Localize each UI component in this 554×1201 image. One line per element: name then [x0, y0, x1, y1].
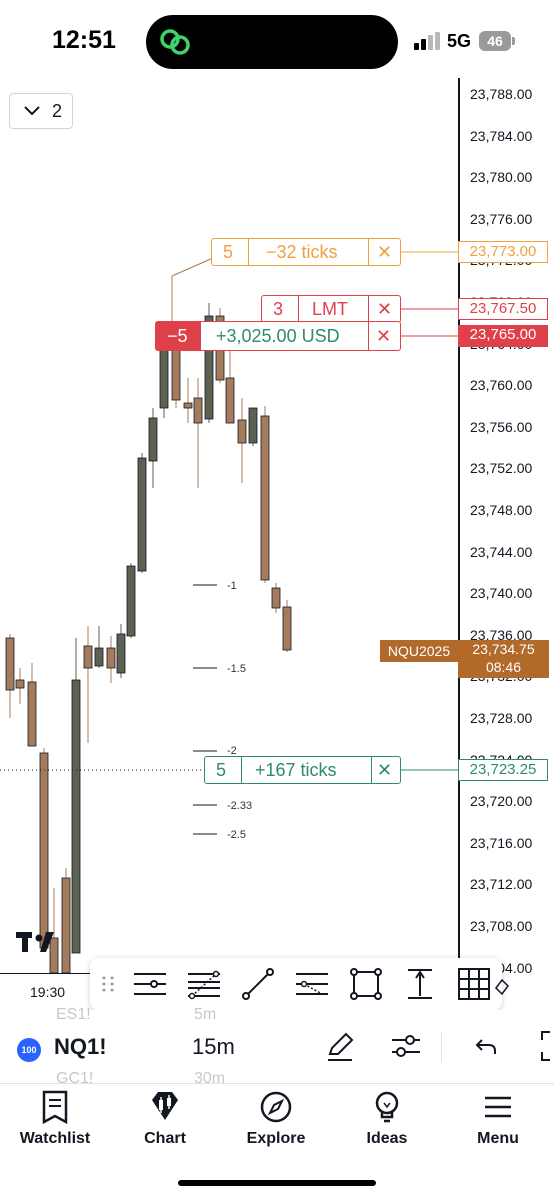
toolbar-divider	[441, 1032, 442, 1062]
close-icon[interactable]: ✕	[377, 299, 392, 320]
symbol-logo: 100	[17, 1038, 41, 1062]
watchlist-icon	[42, 1090, 68, 1124]
price-tag-stop: 23,773.00	[458, 241, 548, 263]
interval-selector[interactable]: 15m	[192, 1034, 235, 1060]
order-ticks[interactable]: +167 ticks	[255, 760, 337, 781]
fib-level-label: -1.5	[227, 663, 246, 675]
hamburger-icon	[485, 1096, 511, 1118]
rectangle-icon[interactable]	[348, 966, 384, 1002]
nav-ideas[interactable]: Ideas	[337, 1090, 437, 1148]
last-price-tag: 23,734.75 08:46	[458, 640, 549, 678]
price-tag-limit: 23,767.50	[458, 298, 548, 320]
fullscreen-icon[interactable]	[536, 1030, 554, 1062]
time-axis-label: 19:30	[30, 984, 66, 1000]
close-icon[interactable]: ✕	[377, 760, 392, 781]
fib-retracement-icon[interactable]	[186, 966, 222, 1002]
last-price: 23,734.75	[472, 641, 535, 657]
indicator-collapse-button[interactable]: 2	[9, 93, 73, 129]
symbol-selector[interactable]: NQ1!	[54, 1034, 107, 1060]
bar-countdown: 08:46	[485, 659, 522, 675]
order-qty[interactable]: 5	[223, 242, 233, 263]
nav-chart[interactable]: Chart	[115, 1090, 215, 1148]
eraser-icon[interactable]	[494, 966, 510, 1002]
link-icon	[160, 29, 190, 55]
nav-menu[interactable]: Menu	[448, 1090, 548, 1148]
chart-icon	[152, 1092, 178, 1120]
symbol-price-label: NQU2025	[380, 640, 458, 662]
drawing-pen-icon[interactable]	[324, 1030, 356, 1062]
parallel-channel-icon[interactable]	[294, 966, 330, 1002]
fib-level-label: -2.33	[227, 800, 253, 812]
fib-level-label: -1	[227, 580, 237, 592]
order-line-take-profit[interactable]: 5 +167 ticks ✕	[204, 756, 401, 784]
undo-icon[interactable]	[474, 1036, 498, 1056]
dynamic-island	[146, 15, 398, 69]
nav-label: Explore	[246, 1130, 306, 1147]
nav-label: Menu	[477, 1130, 519, 1147]
position-pnl[interactable]: +3,025.00 USD	[216, 326, 340, 347]
order-line-limit[interactable]: 3 LMT ✕	[261, 295, 401, 323]
order-qty[interactable]: 5	[216, 760, 226, 781]
price-tag-position: 23,765.00	[458, 325, 548, 347]
drawing-toolbar[interactable]	[90, 958, 509, 1010]
ghost-symbol-prev: ES1!	[56, 1006, 91, 1023]
compass-icon	[260, 1091, 292, 1123]
chevron-down-icon	[24, 106, 40, 116]
signal-icon	[414, 32, 440, 50]
nav-label: Chart	[144, 1130, 186, 1147]
position-qty[interactable]: −5	[167, 326, 188, 347]
nav-watchlist[interactable]: Watchlist	[5, 1090, 105, 1148]
tradingview-logo[interactable]	[16, 930, 66, 956]
lightbulb-icon	[375, 1091, 399, 1123]
price-tag-take-profit: 23,723.25	[458, 759, 548, 781]
trend-line-icon[interactable]	[240, 966, 276, 1002]
ghost-interval-prev: 5m	[194, 1006, 217, 1023]
battery-icon: 46	[479, 31, 511, 51]
order-type[interactable]: LMT	[312, 299, 348, 320]
close-icon[interactable]: ✕	[377, 242, 392, 263]
collapsed-count: 2	[52, 101, 63, 121]
nav-label: Watchlist	[19, 1130, 91, 1147]
battery-tip	[512, 37, 515, 45]
close-icon[interactable]: ✕	[376, 326, 391, 347]
nav-explore[interactable]: Explore	[226, 1090, 326, 1148]
chart-overlay	[0, 251, 458, 835]
status-time: 12:51	[52, 26, 116, 54]
nav-label: Ideas	[366, 1130, 408, 1147]
order-qty[interactable]: 3	[273, 299, 283, 320]
order-ticks[interactable]: −32 ticks	[266, 242, 338, 263]
drag-handle-icon[interactable]	[98, 966, 118, 1002]
vertical-measure-icon[interactable]	[402, 966, 438, 1002]
fib-level-label: -2.5	[227, 829, 246, 841]
grid-icon[interactable]	[456, 966, 492, 1002]
network-label: 5G	[447, 31, 472, 51]
home-indicator	[178, 1180, 376, 1186]
horizontal-lines-icon[interactable]	[132, 966, 168, 1002]
order-line-stop[interactable]: 5 −32 ticks ✕	[211, 238, 401, 266]
position-line[interactable]: −5 +3,025.00 USD ✕	[155, 321, 401, 351]
indicators-settings-icon[interactable]	[390, 1032, 422, 1060]
